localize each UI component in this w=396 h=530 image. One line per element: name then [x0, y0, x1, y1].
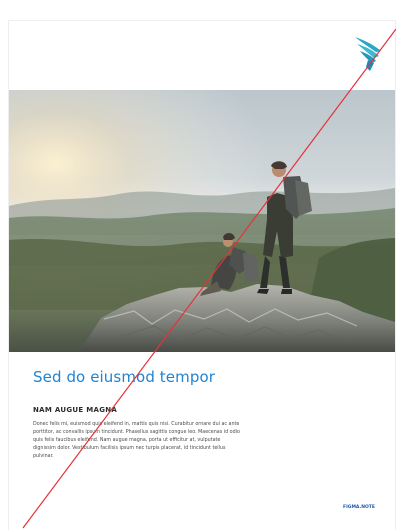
headline: Sed do eiusmod tempor: [33, 368, 215, 386]
hero-photo: [9, 90, 395, 352]
subheadline: NAM AUGUE MAGNA: [33, 406, 118, 414]
body-paragraph: Donec felis mi, euismod quis eleifend in…: [33, 422, 240, 459]
footer-mark: FIGMA.NOTE: [343, 505, 375, 510]
bird-wing-logo-icon: [355, 37, 381, 71]
